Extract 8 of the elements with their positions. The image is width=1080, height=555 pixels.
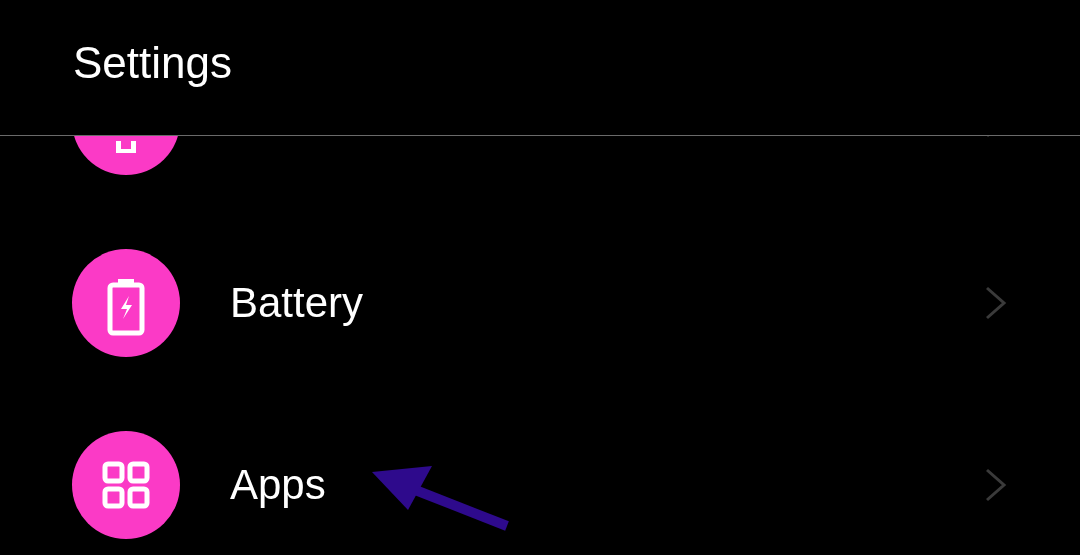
item-label: Apps (230, 461, 326, 509)
item-label: Battery (230, 279, 364, 327)
header-title: Settings (73, 38, 232, 88)
apps-grid-icon (72, 431, 180, 539)
settings-item[interactable]: Battery (0, 212, 1080, 394)
battery-icon (72, 249, 180, 357)
chevron-right-icon (984, 467, 1008, 503)
chevron-right-icon (984, 285, 1008, 321)
